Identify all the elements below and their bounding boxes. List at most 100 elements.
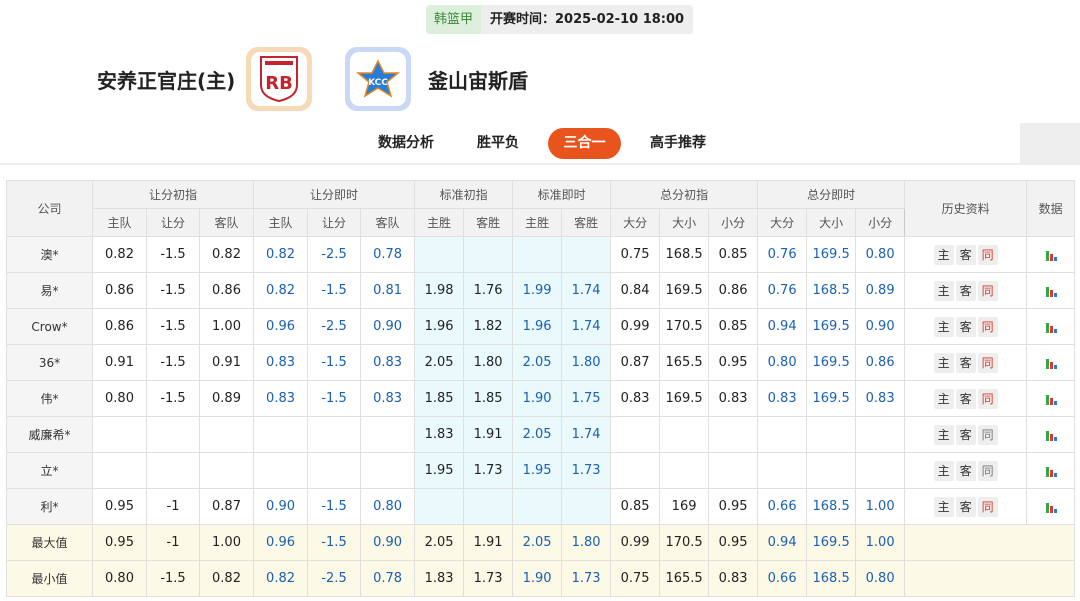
std-live-value: 1.80 [561,344,612,381]
total-init-value: 0.95 [708,344,759,381]
history-away-button[interactable]: 客 [955,424,976,445]
start-time: 开赛时间：2025-02-10 18:00 [481,5,694,34]
std-live-value: 1.74 [561,272,612,309]
bar-chart-icon[interactable] [1045,285,1057,297]
handicap-init-value: 0.95 [92,524,147,561]
bar-chart-icon[interactable] [1045,321,1057,333]
history-home-button[interactable]: 主 [933,460,954,481]
bar-chart-icon[interactable] [1045,249,1057,261]
total-init-value: 169.5 [659,272,710,309]
history-same-button[interactable]: 同 [977,388,998,409]
subheader-total: 大小 [659,208,710,237]
company-name: Crow* [6,308,93,345]
history-same-button[interactable]: 同 [977,244,998,265]
handicap-init-value: -1.5 [146,272,200,309]
header-history: 历史资料 [904,180,1028,237]
handicap-init-value: 1.00 [198,308,255,345]
std-live-value [561,488,612,525]
table-row: 澳* 0.82 -1.5 0.82 0.82 -2.5 0.78 0.75 168.5 0.85 0… [6,236,1076,273]
std-init-value: 1.98 [414,272,465,309]
history-home-button[interactable]: 主 [933,424,954,445]
bar-chart-icon[interactable] [1045,501,1057,513]
handicap-init-value: -1 [146,488,200,525]
header-std-init: 标准初指 [414,180,514,209]
total-init-value: 165.5 [659,560,710,597]
tab-expert-picks[interactable]: 高手推荐 [642,128,714,159]
bar-chart-icon[interactable] [1045,429,1057,441]
total-live-value [757,416,808,453]
handicap-init-value [146,452,200,489]
handicap-live-value: 0.90 [253,488,309,525]
total-init-value: 0.83 [708,380,759,417]
std-init-value: 1.91 [463,524,514,561]
std-init-value: 1.91 [463,416,514,453]
handicap-live-value: -1.5 [307,272,362,309]
history-away-button[interactable]: 客 [955,388,976,409]
history-away-button[interactable]: 客 [955,280,976,301]
bar-chart-icon[interactable] [1045,465,1057,477]
total-live-value: 0.89 [855,272,906,309]
std-init-value: 1.80 [463,344,514,381]
handicap-live-value [360,452,416,489]
history-same-button[interactable]: 同 [977,352,998,373]
total-init-value: 0.75 [610,236,661,273]
std-live-value [561,236,612,273]
subheader-away: 客队 [198,208,255,237]
handicap-init-value: 0.82 [198,236,255,273]
odds-table-body: 澳* 0.82 -1.5 0.82 0.82 -2.5 0.78 0.75 168.5 0.85 0… [6,236,1076,597]
handicap-init-value: 0.86 [92,272,147,309]
total-init-value: 0.99 [610,308,661,345]
subheader-home-win: 主胜 [512,208,563,237]
handicap-init-value: 1.00 [198,524,255,561]
history-away-button[interactable]: 客 [955,496,976,517]
total-init-value [708,416,759,453]
total-live-value [806,416,857,453]
total-live-value: 168.5 [806,272,857,309]
std-init-value: 1.96 [414,308,465,345]
history-away-button[interactable]: 客 [955,244,976,265]
history-home-button[interactable]: 主 [933,316,954,337]
data-cell [1026,272,1076,309]
handicap-live-value: 0.82 [253,236,309,273]
summary-label: 最大值 [6,524,93,561]
league-tag[interactable]: 韩篮甲 [426,5,482,34]
history-same-button[interactable]: 同 [977,316,998,337]
away-team-logo[interactable]: KCC [345,47,411,111]
total-live-value: 1.00 [855,524,906,561]
total-live-value: 168.5 [806,560,857,597]
history-cell: 主客同 [904,272,1028,309]
std-live-value: 1.99 [512,272,563,309]
history-home-button[interactable]: 主 [933,388,954,409]
history-same-button[interactable]: 同 [977,280,998,301]
handicap-init-value: -1.5 [146,308,200,345]
handicap-live-value: 0.81 [360,272,416,309]
tab-three-in-one[interactable]: 三合一 [548,128,621,159]
history-home-button[interactable]: 主 [933,496,954,517]
total-init-value: 0.85 [708,236,759,273]
total-live-value: 169.5 [806,236,857,273]
history-away-button[interactable]: 客 [955,352,976,373]
handicap-init-value: 0.80 [92,560,147,597]
history-home-button[interactable]: 主 [933,244,954,265]
bar-chart-icon[interactable] [1045,393,1057,405]
subheader-away: 客队 [360,208,416,237]
home-team-name[interactable]: 安养正官庄(主) [97,65,235,94]
total-init-value: 0.85 [708,308,759,345]
total-live-value [757,452,808,489]
history-same-button[interactable]: 同 [977,496,998,517]
home-team-logo[interactable]: RB [246,47,312,111]
tab-win-draw-lose[interactable]: 胜平负 [468,128,528,159]
handicap-init-value: -1.5 [146,380,200,417]
history-same-button[interactable]: 同 [977,424,998,445]
tab-data-analysis[interactable]: 数据分析 [370,128,442,159]
history-away-button[interactable]: 客 [955,316,976,337]
away-team-name[interactable]: 釜山宙斯盾 [428,65,528,94]
history-same-button[interactable]: 同 [977,460,998,481]
bar-chart-icon[interactable] [1045,357,1057,369]
std-live-value: 1.90 [512,560,563,597]
history-home-button[interactable]: 主 [933,280,954,301]
total-init-value: 0.83 [708,560,759,597]
match-info-pill: 韩篮甲 开赛时间：2025-02-10 18:00 [426,5,694,34]
history-away-button[interactable]: 客 [955,460,976,481]
history-home-button[interactable]: 主 [933,352,954,373]
